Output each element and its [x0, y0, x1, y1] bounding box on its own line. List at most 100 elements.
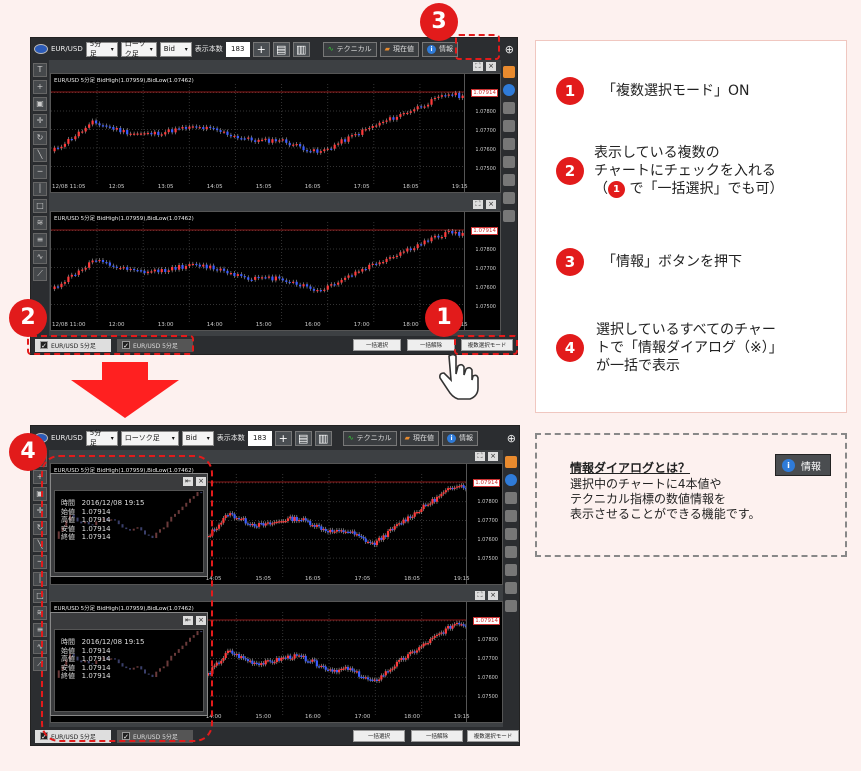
camera-icon[interactable]	[503, 138, 515, 150]
flag-tool-icon[interactable]	[503, 66, 515, 78]
candle	[278, 276, 281, 279]
candle	[188, 264, 191, 267]
save-icon[interactable]	[505, 546, 517, 558]
refresh-icon[interactable]	[505, 600, 517, 612]
candle	[444, 628, 447, 634]
candle	[369, 679, 372, 681]
count-input[interactable]: 183	[225, 41, 250, 57]
period-select[interactable]: 5分足 ▾	[85, 429, 118, 447]
candle	[249, 524, 252, 526]
hline-tool-icon[interactable]: ─	[33, 165, 47, 179]
help-icon[interactable]	[503, 192, 515, 204]
price-select[interactable]: Bid ▾	[159, 41, 192, 57]
info-button[interactable]: i 情報	[422, 41, 458, 57]
copy-tool-icon[interactable]: ▣	[33, 97, 47, 111]
layout-split-button[interactable]: ▥	[292, 41, 310, 57]
channel-tool-icon[interactable]: ≡	[33, 233, 47, 247]
y-tick: 1.07600	[477, 537, 498, 543]
candle	[289, 516, 292, 519]
current-price-button[interactable]: ▰ 現在値	[399, 430, 439, 446]
deselect-all-button[interactable]: 一括解除	[411, 730, 463, 742]
candle	[371, 263, 374, 265]
flag-tool-icon[interactable]	[505, 456, 517, 468]
globe-icon[interactable]: ⊕	[507, 432, 516, 445]
close-icon[interactable]: ×	[486, 62, 496, 71]
technical-button[interactable]: ∿ テクニカル	[342, 430, 397, 446]
select-all-button[interactable]: 一括選択	[353, 339, 401, 351]
candle	[84, 127, 87, 132]
info-button[interactable]: i 情報	[442, 430, 478, 446]
candle	[217, 524, 221, 529]
candle	[411, 516, 414, 518]
help-icon[interactable]	[505, 582, 517, 594]
rect-tool-icon[interactable]: □	[33, 199, 47, 213]
multi-select-mode-button[interactable]: 複数選択モード	[467, 730, 519, 742]
fib-tool-icon[interactable]: ⟋	[33, 267, 47, 281]
maximize-icon[interactable]: ⛶	[473, 62, 483, 71]
print-icon[interactable]	[505, 564, 517, 576]
candle	[351, 531, 354, 533]
candle	[146, 271, 150, 274]
candle	[347, 275, 350, 278]
bulb-icon[interactable]	[503, 102, 515, 114]
candle	[171, 266, 174, 271]
candle	[235, 518, 238, 520]
refresh-icon[interactable]	[503, 210, 515, 222]
candle	[108, 262, 111, 266]
candle	[429, 503, 432, 505]
candle	[426, 104, 430, 107]
layout-single-button[interactable]: ▤	[294, 430, 312, 446]
globe-icon[interactable]: ⊕	[505, 43, 514, 56]
candle	[404, 519, 407, 522]
crosshair-tool-icon[interactable]: ✛	[33, 114, 47, 128]
candle	[446, 626, 450, 629]
pair-label[interactable]: EUR/USD	[51, 434, 83, 442]
candle	[250, 137, 253, 141]
chart-type-select[interactable]: ローソク足 ▾	[120, 430, 179, 446]
close-icon[interactable]: ×	[486, 200, 496, 209]
maximize-icon[interactable]: ⛶	[475, 591, 485, 600]
flag-icon	[34, 44, 48, 54]
add-button[interactable]: +	[252, 41, 270, 57]
camera-icon[interactable]	[505, 528, 517, 540]
candle	[364, 268, 367, 271]
layout-split-button[interactable]: ▥	[314, 430, 332, 446]
price-select[interactable]: Bid ▾	[181, 430, 214, 446]
pair-label[interactable]: EUR/USD	[51, 45, 83, 53]
info-side-icon[interactable]	[505, 474, 517, 486]
save-icon[interactable]	[503, 156, 515, 168]
candle	[237, 653, 241, 658]
arc-tool-icon[interactable]: ↻	[33, 131, 47, 145]
technical-button[interactable]: ∿ テクニカル	[322, 41, 377, 57]
maximize-icon[interactable]: ⛶	[473, 200, 483, 209]
gear-icon[interactable]	[503, 120, 515, 132]
candle	[340, 139, 343, 144]
gear-icon[interactable]	[505, 510, 517, 522]
candle	[444, 232, 447, 237]
maximize-icon[interactable]: ⛶	[475, 452, 485, 461]
trendline-tool-icon[interactable]: ╲	[33, 148, 47, 162]
print-icon[interactable]	[503, 174, 515, 186]
add-button[interactable]: +	[274, 430, 292, 446]
fan-tool-icon[interactable]: ≋	[33, 216, 47, 230]
layout-single-button[interactable]: ▤	[272, 41, 290, 57]
candle	[286, 518, 290, 522]
chart-type-select[interactable]: ローソク足 ▾	[120, 40, 157, 58]
candle	[342, 530, 345, 533]
deselect-all-button[interactable]: 一括解除	[407, 339, 455, 351]
wave-tool-icon[interactable]: ∿	[33, 250, 47, 264]
period-select[interactable]: 5分足 ▾	[85, 40, 118, 58]
vline-tool-icon[interactable]: │	[33, 182, 47, 196]
candle	[353, 670, 356, 672]
current-price-button[interactable]: ▰ 現在値	[379, 41, 419, 57]
text-tool-icon[interactable]: T	[33, 63, 47, 77]
select-all-button[interactable]: 一括選択	[353, 730, 405, 742]
candle	[129, 133, 132, 135]
chart-pane-1[interactable]: EUR/USD 5分足 BidHigh(1.07959),BidLow(1.07…	[50, 73, 501, 193]
count-input[interactable]: 183	[247, 430, 272, 446]
close-icon[interactable]: ×	[488, 452, 498, 461]
bulb-icon[interactable]	[505, 492, 517, 504]
close-icon[interactable]: ×	[488, 591, 498, 600]
info-side-icon[interactable]	[503, 84, 515, 96]
cross-tool-icon[interactable]: +	[33, 80, 47, 94]
